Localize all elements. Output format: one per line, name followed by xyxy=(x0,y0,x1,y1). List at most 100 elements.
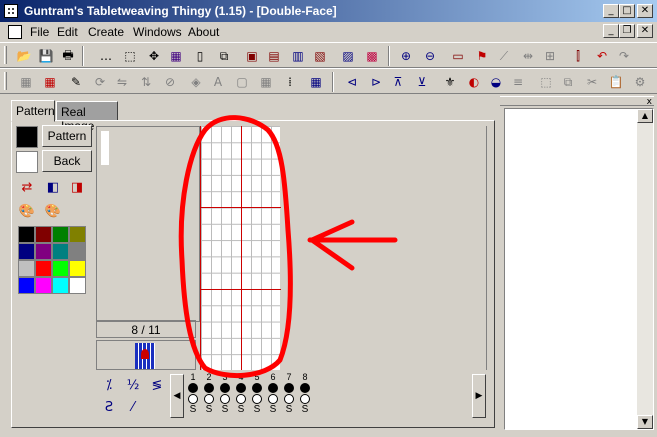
select-area-icon[interactable]: ⬚ xyxy=(536,72,556,92)
zoom-out-icon[interactable]: ⊖ xyxy=(420,46,440,66)
menu-create[interactable]: Create xyxy=(88,25,124,39)
copy-icon[interactable]: ⧉ xyxy=(214,46,234,66)
card-5[interactable]: 5S xyxy=(250,372,264,422)
arrow-right-icon[interactable]: ⊳ xyxy=(366,72,386,92)
palette-color[interactable] xyxy=(52,243,69,260)
close-button[interactable]: ✕ xyxy=(637,4,653,18)
palette-color[interactable] xyxy=(52,277,69,294)
dotted-grid-icon[interactable]: ⁞ xyxy=(280,72,300,92)
swap-colors-icon[interactable]: ⇄ xyxy=(18,178,36,196)
side-panel-close-button[interactable]: x xyxy=(647,97,652,107)
thread-zs-icon[interactable]: ≶ xyxy=(148,376,166,394)
arrow-down-icon[interactable]: ⊻ xyxy=(412,72,432,92)
minimize-button[interactable]: _ xyxy=(603,4,619,18)
foreground-color-swatch[interactable] xyxy=(16,126,38,148)
card-icon[interactable]: ▣ xyxy=(242,46,262,66)
arrow-up-icon[interactable]: ⊼ xyxy=(388,72,408,92)
paste-icon[interactable]: 📋 xyxy=(606,72,626,92)
color-layer-alt-icon[interactable]: ◨ xyxy=(68,178,86,196)
app-icon[interactable] xyxy=(4,4,18,18)
thread-z-icon[interactable]: Ꙅ xyxy=(100,398,118,416)
grid-red-icon[interactable]: ▦ xyxy=(40,72,60,92)
dots-icon[interactable]: … xyxy=(96,46,116,66)
cards-scroll-left[interactable]: ◀ xyxy=(170,374,184,418)
palette-color[interactable] xyxy=(69,260,86,277)
back-button[interactable]: Back xyxy=(42,150,92,172)
swap-icon[interactable]: ⇅ xyxy=(136,72,156,92)
toolbar-grip[interactable] xyxy=(4,46,7,64)
grid-gray-icon[interactable]: ▦ xyxy=(256,72,276,92)
card-3[interactable]: 3S xyxy=(218,372,232,422)
palette-color[interactable] xyxy=(69,226,86,243)
palette-color[interactable] xyxy=(18,226,35,243)
move-icon[interactable]: ✥ xyxy=(144,46,164,66)
card-2[interactable]: 2S xyxy=(202,372,216,422)
grid-icon[interactable]: ▦ xyxy=(166,46,186,66)
menu-edit[interactable]: Edit xyxy=(57,25,78,39)
maximize-button[interactable]: □ xyxy=(619,4,635,18)
expand-icon[interactable]: ⊞ xyxy=(540,46,560,66)
palette-color[interactable] xyxy=(35,260,52,277)
thread-alt-icon[interactable]: ⁄ xyxy=(124,398,142,416)
mdi-minimize-button[interactable]: _ xyxy=(603,24,619,38)
redo-icon[interactable]: ↷ xyxy=(614,46,634,66)
no-icon[interactable]: ⊘ xyxy=(160,72,180,92)
cut-icon[interactable]: ✂ xyxy=(582,72,602,92)
scroll-up-button[interactable]: ▲ xyxy=(637,109,653,123)
palette-color[interactable] xyxy=(35,226,52,243)
text-icon[interactable]: A xyxy=(208,72,228,92)
menu-about[interactable]: About xyxy=(188,25,219,39)
background-color-swatch[interactable] xyxy=(16,151,38,173)
save-icon[interactable]: 💾 xyxy=(36,46,56,66)
fleur-icon[interactable]: ⚜ xyxy=(440,72,460,92)
pattern-x-icon[interactable]: ▩ xyxy=(362,46,382,66)
split-icon[interactable]: ⫿ xyxy=(568,46,588,66)
card-move-icon[interactable]: ▥ xyxy=(288,46,308,66)
mdi-restore-button[interactable]: ❐ xyxy=(619,24,635,38)
color-layer-icon[interactable]: ◧ xyxy=(44,178,62,196)
flag-icon[interactable]: ⚑ xyxy=(472,46,492,66)
tab-pattern[interactable]: Pattern xyxy=(11,100,55,122)
card-6[interactable]: 6S xyxy=(266,372,280,422)
palette-edit-icon[interactable]: 🎨 xyxy=(44,202,62,220)
mirror-icon[interactable]: ⇹ xyxy=(518,46,538,66)
arrow-left-icon[interactable]: ⊲ xyxy=(342,72,362,92)
shape-icon[interactable]: ◈ xyxy=(186,72,206,92)
palette-color[interactable] xyxy=(69,243,86,260)
rotate-icon[interactable]: ⟳ xyxy=(90,72,110,92)
lines-icon[interactable]: ≡ xyxy=(508,72,528,92)
palette-color[interactable] xyxy=(18,243,35,260)
side-panel-scrollbar[interactable]: ▲ ▼ xyxy=(637,109,653,429)
select-icon[interactable]: ⬚ xyxy=(120,46,140,66)
print-icon[interactable]: 🖶 xyxy=(58,46,78,66)
pattern-icon[interactable]: ▨ xyxy=(338,46,358,66)
half-circle-icon[interactable]: ◐ xyxy=(464,72,484,92)
card-8[interactable]: 8S xyxy=(298,372,312,422)
page-icon[interactable]: ▯ xyxy=(190,46,210,66)
palette-color[interactable] xyxy=(35,277,52,294)
card-7[interactable]: 7S xyxy=(282,372,296,422)
toolbar-grip[interactable] xyxy=(4,72,7,90)
slash-icon[interactable]: ⟋ xyxy=(494,46,514,66)
open-icon[interactable]: 📂 xyxy=(14,46,34,66)
palette-color[interactable] xyxy=(52,260,69,277)
palette-color[interactable] xyxy=(52,226,69,243)
weave-preview[interactable] xyxy=(96,126,200,322)
pattern-grid[interactable] xyxy=(200,126,281,370)
menu-windows[interactable]: Windows xyxy=(133,25,182,39)
grid-small-icon[interactable]: ▦ xyxy=(16,72,36,92)
palette-color[interactable] xyxy=(69,277,86,294)
card-remove-icon[interactable]: ▧ xyxy=(310,46,330,66)
card-1[interactable]: 1S xyxy=(186,372,200,422)
thread-s-icon[interactable]: ⁒ xyxy=(100,376,118,394)
thread-half-icon[interactable]: ½ xyxy=(124,376,142,394)
palette-color[interactable] xyxy=(35,243,52,260)
scroll-down-button[interactable]: ▼ xyxy=(637,415,653,429)
tab-real-image[interactable]: Real Image xyxy=(56,101,118,133)
document-icon[interactable] xyxy=(8,25,22,39)
pattern-button[interactable]: Pattern xyxy=(42,125,92,147)
card-4[interactable]: 4S xyxy=(234,372,248,422)
frame-icon[interactable]: ▭ xyxy=(448,46,468,66)
grid-blue-icon[interactable]: ▦ xyxy=(306,72,326,92)
palette-color[interactable] xyxy=(18,260,35,277)
